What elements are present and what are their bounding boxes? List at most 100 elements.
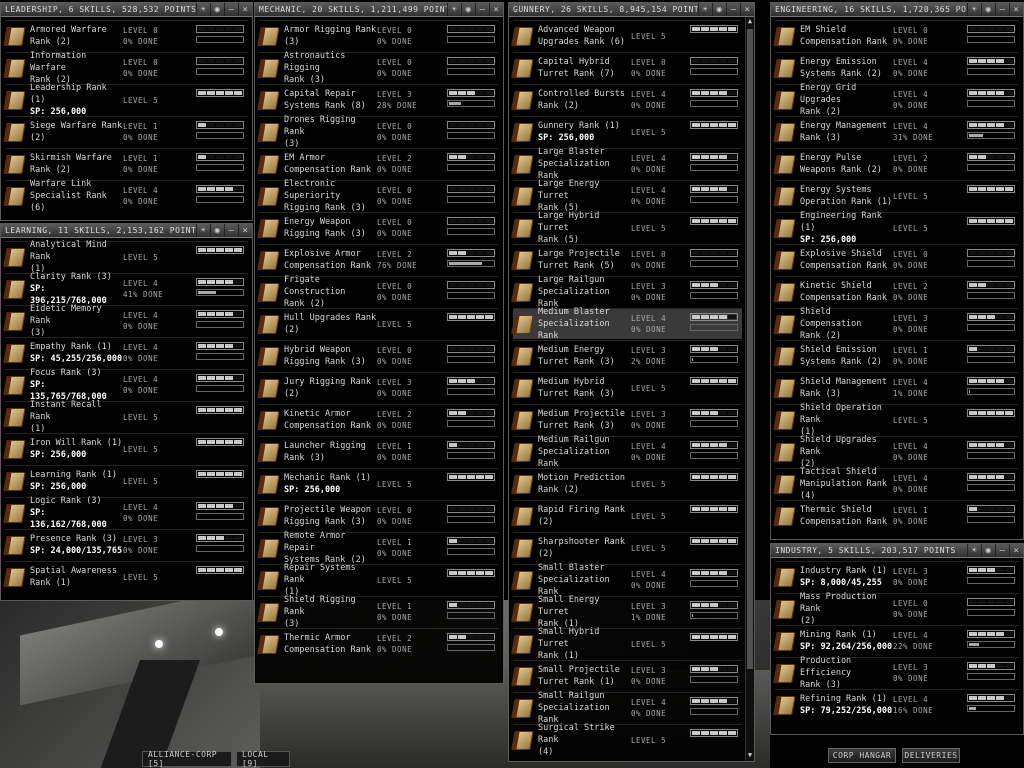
skill-row[interactable]: Mining Rank (1) SP: 92,264/256,000 LEVEL… bbox=[773, 625, 1019, 656]
skill-row[interactable]: Learning Rank (1) SP: 256,000 LEVEL 5 bbox=[3, 465, 248, 496]
skill-row[interactable]: Shield Management Rank (3) LEVEL 4 1% DON… bbox=[773, 372, 1019, 403]
skill-row[interactable]: Tactical Shield Manipulation Rank (4) LE… bbox=[773, 467, 1019, 501]
window-titlebar[interactable]: INDUSTRY, 5 SKILLS, 203,517 POINTS ☀ ◉ – × bbox=[771, 544, 1023, 558]
minimize-icon[interactable]: – bbox=[224, 3, 238, 16]
skill-row[interactable]: Thermic Shield Compensation Rank LEVEL 1… bbox=[773, 500, 1019, 531]
settings-icon[interactable]: ☀ bbox=[698, 3, 712, 16]
skill-row[interactable]: Projectile Weapon Rigging Rank (3) LEVEL… bbox=[257, 500, 499, 531]
minimize-icon[interactable]: – bbox=[726, 3, 740, 16]
skill-row[interactable]: Information Warfare Rank (2) LEVEL 0 0% D… bbox=[3, 51, 248, 85]
skill-row[interactable]: Production Efficiency Rank (3) LEVEL 3 0%… bbox=[773, 656, 1019, 690]
skill-row[interactable]: Focus Rank (3) SP: 135,765/768,000 LEVEL… bbox=[3, 368, 248, 402]
skill-row[interactable]: Launcher Rigging Rank (3) LEVEL 1 0% DONE bbox=[257, 436, 499, 467]
skill-row[interactable]: Empathy Rank (1) SP: 45,255/256,000 LEVE… bbox=[3, 337, 248, 368]
skill-row[interactable]: Large Hybrid Turret Rank (5) LEVEL 5 bbox=[511, 211, 742, 245]
skill-row[interactable]: Small Projectile Turret Rank (1) LEVEL 3… bbox=[511, 660, 742, 691]
skill-row[interactable]: Drones Rigging Rank (3) LEVEL 0 0% DONE bbox=[257, 115, 499, 149]
skill-row[interactable]: Shield Operation Rank (1) LEVEL 5 bbox=[773, 403, 1019, 437]
settings-icon[interactable]: ☀ bbox=[196, 224, 210, 237]
engineering-skills-window[interactable]: ENGINEERING, 16 SKILLS, 1,720,365 POINTS… bbox=[770, 2, 1024, 540]
skill-row[interactable]: Small Energy Turret Rank (1) LEVEL 3 1% D… bbox=[511, 595, 742, 629]
skill-row[interactable]: Mechanic Rank (1) SP: 256,000 LEVEL 5 bbox=[257, 468, 499, 499]
skill-row[interactable]: Astronautics Rigging Rank (3) LEVEL 0 0% … bbox=[257, 51, 499, 85]
skill-row[interactable]: Medium Railgun Specialization Rank LEVEL… bbox=[511, 435, 742, 469]
minimize-icon[interactable]: – bbox=[224, 224, 238, 237]
pin-icon[interactable]: ◉ bbox=[981, 544, 995, 557]
pin-icon[interactable]: ◉ bbox=[981, 3, 995, 16]
skill-row[interactable]: Thermic Armor Compensation Rank LEVEL 2 0… bbox=[257, 628, 499, 659]
deliveries-button[interactable]: DELIVERIES bbox=[902, 748, 960, 763]
skill-row[interactable]: Industry Rank (1) SP: 8,000/45,255 LEVEL… bbox=[773, 561, 1019, 592]
skill-row[interactable]: Large Railgun Specialization Rank LEVEL … bbox=[511, 275, 742, 309]
skill-row[interactable]: Gunnery Rank (1) SP: 256,000 LEVEL 5 bbox=[511, 116, 742, 147]
skill-row[interactable]: Controlled Bursts Rank (2) LEVEL 4 0% DON… bbox=[511, 84, 742, 115]
skill-row[interactable]: Shield Upgrades Rank (2) LEVEL 4 0% DONE bbox=[773, 435, 1019, 469]
chat-tab-alliance[interactable]: ALLIANCE-CORP [5] bbox=[142, 750, 232, 768]
skill-row[interactable]: Frigate Construction Rank (2) LEVEL 0 0% … bbox=[257, 275, 499, 309]
skill-row[interactable]: Hull Upgrades Rank (2) LEVEL 5 bbox=[257, 308, 499, 339]
skill-row[interactable]: Warfare Link Specialist Rank (6) LEVEL 4… bbox=[3, 179, 248, 213]
skill-row[interactable]: EM Armor Compensation Rank LEVEL 2 0% DON… bbox=[257, 148, 499, 179]
skill-row[interactable]: Electronic Superiority Rigging Rank (3) … bbox=[257, 179, 499, 213]
skill-row[interactable]: Shield Compensation Rank (2) LEVEL 3 0% D… bbox=[773, 307, 1019, 341]
skill-row[interactable]: Small Blaster Specialization Rank LEVEL … bbox=[511, 563, 742, 597]
skill-row[interactable]: Large Energy Turret Rank (5) LEVEL 4 0% D… bbox=[511, 179, 742, 213]
industry-skills-window[interactable]: INDUSTRY, 5 SKILLS, 203,517 POINTS ☀ ◉ – × I… bbox=[770, 543, 1024, 735]
skill-row[interactable]: Leadership Rank (1) SP: 256,000 LEVEL 5 bbox=[3, 83, 248, 117]
skill-row[interactable]: Kinetic Shield Compensation Rank LEVEL 2… bbox=[773, 276, 1019, 307]
settings-icon[interactable]: ☀ bbox=[967, 544, 981, 557]
pin-icon[interactable]: ◉ bbox=[712, 3, 726, 16]
skill-row[interactable]: Refining Rank (1) SP: 79,252/256,000 LEV… bbox=[773, 689, 1019, 720]
skill-row[interactable]: Spatial Awareness Rank (1) LEVEL 5 bbox=[3, 561, 248, 592]
skill-row[interactable]: Clarity Rank (3) SP: 396,215/768,000 LEV… bbox=[3, 272, 248, 306]
close-icon[interactable]: × bbox=[238, 224, 252, 237]
skill-row[interactable]: Hybrid Weapon Rigging Rank (3) LEVEL 0 0%… bbox=[257, 340, 499, 371]
scroll-up-icon[interactable]: ▲ bbox=[746, 17, 754, 27]
skill-row[interactable]: Shield Rigging Rank (3) LEVEL 1 0% DONE bbox=[257, 595, 499, 629]
window-titlebar[interactable]: MECHANIC, 20 SKILLS, 1,211,499 POINTS ☀ ◉ –… bbox=[255, 3, 503, 17]
leadership-skills-window[interactable]: LEADERSHIP, 6 SKILLS, 528,532 POINTS ☀ ◉ – ×… bbox=[0, 2, 253, 221]
skill-row[interactable]: Sharpshooter Rank (2) LEVEL 5 bbox=[511, 532, 742, 563]
corp-hangar-button[interactable]: CORP HANGAR bbox=[828, 748, 896, 763]
skill-row[interactable]: Medium Energy Turret Rank (3) LEVEL 3 2% … bbox=[511, 340, 742, 371]
skill-row[interactable]: Rapid Firing Rank (2) LEVEL 5 bbox=[511, 500, 742, 531]
scrollbar[interactable]: ▲ ▼ bbox=[745, 17, 754, 761]
window-titlebar[interactable]: LEARNING, 11 SKILLS, 2,153,162 POINTS ☀ ◉ –… bbox=[1, 224, 252, 238]
skill-row[interactable]: Jury Rigging Rank (2) LEVEL 3 0% DONE bbox=[257, 372, 499, 403]
skill-row[interactable]: Instant Recall Rank (1) LEVEL 5 bbox=[3, 400, 248, 434]
skill-row[interactable]: Large Blaster Specialization Rank LEVEL … bbox=[511, 147, 742, 181]
scrollbar-thumb[interactable] bbox=[747, 29, 753, 669]
skill-row[interactable]: Armor Rigging Rank (3) LEVEL 0 0% DONE bbox=[257, 20, 499, 51]
minimize-icon[interactable]: – bbox=[475, 3, 489, 16]
skill-row[interactable]: Siege Warfare Rank (2) LEVEL 1 0% DONE bbox=[3, 116, 248, 147]
skill-row[interactable]: Energy Weapon Rigging Rank (3) LEVEL 0 0%… bbox=[257, 212, 499, 243]
skill-row[interactable]: Large Projectile Turret Rank (5) LEVEL 0… bbox=[511, 244, 742, 275]
skill-row[interactable]: Small Railgun Specialization Rank LEVEL … bbox=[511, 691, 742, 725]
skill-row[interactable]: Capital Repair Systems Rank (8) LEVEL 3 2… bbox=[257, 84, 499, 115]
chat-tab-local[interactable]: LOCAL [9] bbox=[236, 750, 290, 768]
close-icon[interactable]: × bbox=[1009, 3, 1023, 16]
skill-row[interactable]: Medium Blaster Specialization Rank LEVEL… bbox=[511, 307, 742, 341]
skill-row[interactable]: EM Shield Compensation Rank LEVEL 0 0% DO… bbox=[773, 20, 1019, 51]
close-icon[interactable]: × bbox=[740, 3, 754, 16]
close-icon[interactable]: × bbox=[1009, 544, 1023, 557]
skill-row[interactable]: Explosive Shield Compensation Rank LEVEL… bbox=[773, 244, 1019, 275]
skill-row[interactable]: Capital Hybrid Turret Rank (7) LEVEL 0 0%… bbox=[511, 52, 742, 83]
pin-icon[interactable]: ◉ bbox=[210, 3, 224, 16]
skill-row[interactable]: Energy Management Rank (3) LEVEL 4 31% DO… bbox=[773, 116, 1019, 147]
skill-row[interactable]: Energy Emission Systems Rank (2) LEVEL 4… bbox=[773, 52, 1019, 83]
minimize-icon[interactable]: – bbox=[995, 3, 1009, 16]
close-icon[interactable]: × bbox=[489, 3, 503, 16]
learning-skills-window[interactable]: LEARNING, 11 SKILLS, 2,153,162 POINTS ☀ ◉ –… bbox=[0, 223, 253, 601]
skill-row[interactable]: Surgical Strike Rank (4) LEVEL 5 bbox=[511, 723, 742, 757]
gunnery-skills-window[interactable]: GUNNERY, 26 SKILLS, 8,945,154 POINTS ☀ ◉ – ×… bbox=[508, 2, 755, 762]
skill-row[interactable]: Eidetic Memory Rank (3) LEVEL 4 0% DONE bbox=[3, 304, 248, 338]
skill-row[interactable]: Shield Emission Systems Rank (2) LEVEL 1… bbox=[773, 340, 1019, 371]
skill-row[interactable]: Medium Hybrid Turret Rank (3) LEVEL 5 bbox=[511, 372, 742, 403]
close-icon[interactable]: × bbox=[238, 3, 252, 16]
settings-icon[interactable]: ☀ bbox=[447, 3, 461, 16]
skill-row[interactable]: Advanced Weapon Upgrades Rank (6) LEVEL … bbox=[511, 20, 742, 51]
skill-row[interactable]: Skirmish Warfare Rank (2) LEVEL 1 0% DONE bbox=[3, 148, 248, 179]
scroll-down-icon[interactable]: ▼ bbox=[746, 751, 754, 761]
settings-icon[interactable]: ☀ bbox=[196, 3, 210, 16]
